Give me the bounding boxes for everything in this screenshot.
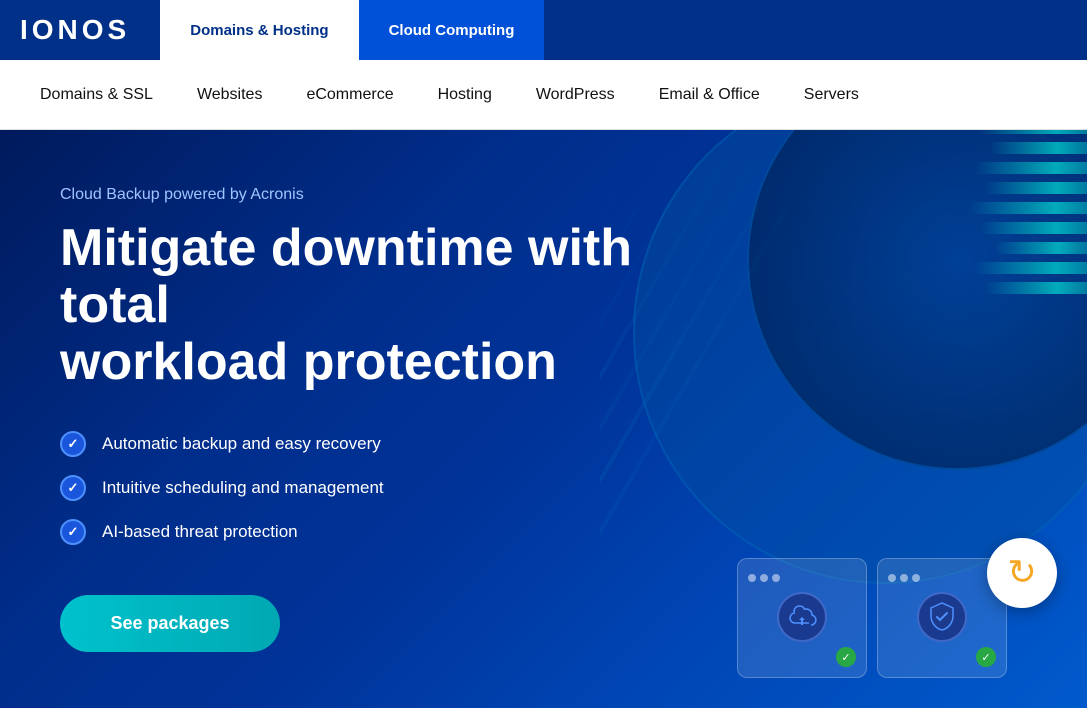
feature-item-3: ✓ AI-based threat protection bbox=[60, 519, 710, 545]
logo: IONOS bbox=[0, 0, 150, 60]
hero-section: Cloud Backup powered by Acronis Mitigate… bbox=[0, 130, 1087, 708]
nav-hosting[interactable]: Hosting bbox=[416, 60, 514, 129]
backup-cards: ✓ ✓ bbox=[737, 558, 1007, 678]
checkmark-icon-2: ✓ bbox=[60, 475, 86, 501]
second-nav: Domains & SSL Websites eCommerce Hosting… bbox=[0, 60, 1087, 130]
hero-subtitle: Cloud Backup powered by Acronis bbox=[60, 186, 710, 204]
hero-title-line1: Mitigate downtime with total bbox=[60, 219, 632, 334]
nav-domains-hosting[interactable]: Domains & Hosting bbox=[160, 0, 358, 60]
dot-6 bbox=[912, 574, 920, 582]
hero-title-line2: workload protection bbox=[60, 333, 557, 391]
dot-2 bbox=[760, 574, 768, 582]
top-nav-links: Domains & Hosting Cloud Computing bbox=[160, 0, 544, 60]
nav-websites[interactable]: Websites bbox=[175, 60, 285, 129]
feature-item-2: ✓ Intuitive scheduling and management bbox=[60, 475, 710, 501]
nav-domains-ssl[interactable]: Domains & SSL bbox=[40, 60, 175, 129]
feature-text-1: Automatic backup and easy recovery bbox=[102, 434, 381, 454]
dot-3 bbox=[772, 574, 780, 582]
checkmark-icon-3: ✓ bbox=[60, 519, 86, 545]
dot-5 bbox=[900, 574, 908, 582]
refresh-circle: ↻ bbox=[987, 538, 1057, 608]
server-visual bbox=[965, 130, 1087, 382]
hero-title: Mitigate downtime with total workload pr… bbox=[60, 220, 710, 392]
card-dots-2 bbox=[888, 574, 920, 582]
see-packages-button[interactable]: See packages bbox=[60, 595, 280, 652]
nav-wordpress[interactable]: WordPress bbox=[514, 60, 637, 129]
dot-4 bbox=[888, 574, 896, 582]
security-icon bbox=[917, 592, 967, 642]
nav-servers[interactable]: Servers bbox=[782, 60, 881, 129]
card-dots-1 bbox=[748, 574, 780, 582]
nav-cloud-computing[interactable]: Cloud Computing bbox=[359, 0, 545, 60]
feature-text-2: Intuitive scheduling and management bbox=[102, 478, 384, 498]
card-check-1: ✓ bbox=[836, 647, 856, 667]
checkmark-icon-1: ✓ bbox=[60, 431, 86, 457]
card-check-2: ✓ bbox=[976, 647, 996, 667]
nav-email-office[interactable]: Email & Office bbox=[637, 60, 782, 129]
hero-content: Cloud Backup powered by Acronis Mitigate… bbox=[60, 186, 710, 653]
features-list: ✓ Automatic backup and easy recovery ✓ I… bbox=[60, 431, 710, 545]
card-cloud-backup: ✓ bbox=[737, 558, 867, 678]
feature-text-3: AI-based threat protection bbox=[102, 522, 298, 542]
nav-ecommerce[interactable]: eCommerce bbox=[284, 60, 415, 129]
feature-item-1: ✓ Automatic backup and easy recovery bbox=[60, 431, 710, 457]
logo-text: IONOS bbox=[20, 14, 130, 46]
refresh-icon: ↻ bbox=[1007, 553, 1036, 593]
dot-1 bbox=[748, 574, 756, 582]
top-nav: IONOS Domains & Hosting Cloud Computing bbox=[0, 0, 1087, 60]
cloud-backup-icon bbox=[777, 592, 827, 642]
